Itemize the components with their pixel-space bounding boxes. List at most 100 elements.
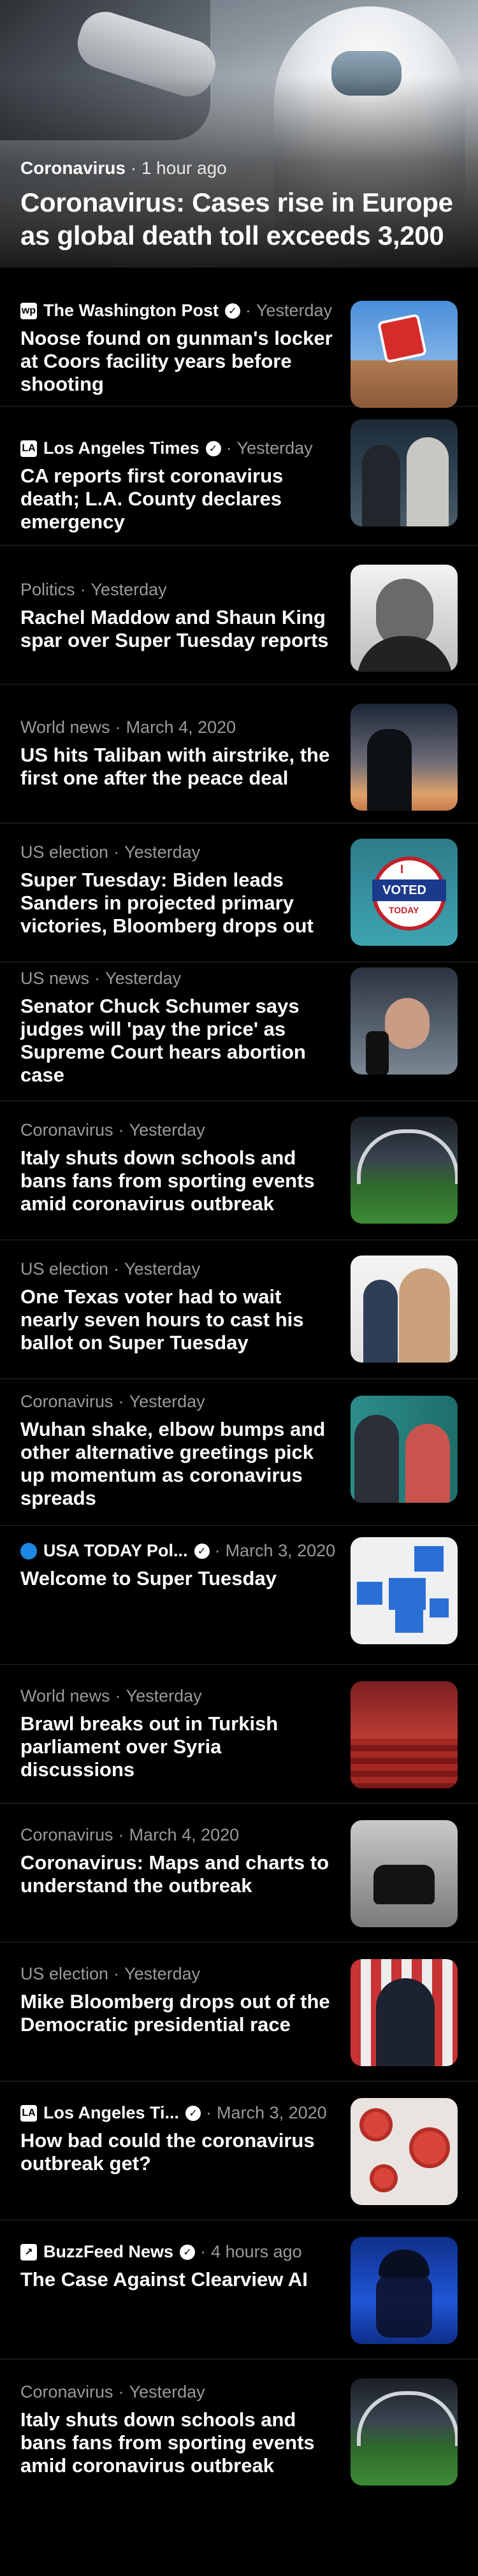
soldier-silhouette-shape [367, 729, 412, 811]
speaker-shape [385, 998, 430, 1049]
story-time: March 3, 2020 [217, 2103, 327, 2122]
verified-check-icon: ✓ [180, 2244, 196, 2260]
story-title: Welcome to Super Tuesday [20, 1567, 277, 1589]
meta-separator: · [113, 1259, 120, 1278]
story-text: Coronavirus · March 4, 2020 Coronavirus:… [20, 1804, 351, 1897]
story-thumbnail [351, 1537, 458, 1644]
story-text: LA Los Angeles Ti... ✓ · March 3, 2020 H… [20, 2081, 351, 2175]
story-category: Coronavirus [20, 2382, 113, 2401]
story-title: Senator Chuck Schumer says judges will '… [20, 995, 306, 1086]
story-thumbnail: I VOTED TODAY [351, 839, 458, 946]
usa-today-logo-icon [20, 1542, 37, 1559]
verified-check-icon: ✓ [205, 440, 221, 456]
story-meta: LA Los Angeles Times ✓ · Yesterday [20, 438, 335, 458]
police-cap-shape [379, 2250, 430, 2278]
story-text: ↗ BuzzFeed News ✓ · 4 hours ago The Case… [20, 2220, 351, 2291]
map-state-shape [395, 1607, 424, 1633]
story-title: The Case Against Clearview AI [20, 2268, 308, 2290]
verified-check-icon: ✓ [194, 1543, 210, 1559]
meta-separator: · [115, 1686, 121, 1705]
person-shape [407, 437, 449, 526]
story-meta: wp The Washington Post ✓ · Yesterday [20, 301, 335, 321]
story-item[interactable]: LA Los Angeles Times ✓ · Yesterday CA re… [0, 407, 478, 546]
story-meta: ↗ BuzzFeed News ✓ · 4 hours ago [20, 2242, 335, 2262]
story-title: Wuhan shake, elbow bumps and other alter… [20, 1418, 326, 1509]
hero-separator: · [130, 158, 137, 178]
story-meta: Politics · Yesterday [20, 580, 335, 600]
story-category: Coronavirus [20, 1392, 113, 1411]
stadium-roof-shape [357, 1129, 458, 1184]
story-thumbnail [351, 1396, 458, 1503]
story-title: Mike Bloomberg drops out of the Democrat… [20, 1990, 330, 2036]
story-item[interactable]: Coronavirus · Yesterday Italy shuts down… [0, 1101, 478, 1240]
story-meta: US election · Yesterday [20, 843, 335, 862]
story-thumbnail [351, 1959, 458, 2066]
meta-separator: · [200, 2242, 206, 2261]
story-item[interactable]: ↗ BuzzFeed News ✓ · 4 hours ago The Case… [0, 2220, 478, 2359]
story-item[interactable]: Politics · Yesterday Rachel Maddow and S… [0, 546, 478, 684]
story-item[interactable]: wp The Washington Post ✓ · Yesterday Noo… [0, 268, 478, 408]
parliament-seats-shape [351, 1739, 458, 1788]
story-item[interactable]: World news · March 4, 2020 US hits Talib… [0, 684, 478, 823]
map-state-shape [357, 1582, 383, 1605]
story-item[interactable]: Coronavirus · March 4, 2020 Coronavirus:… [0, 1804, 478, 1943]
meta-separator: · [118, 1392, 124, 1411]
story-item[interactable]: US news · Yesterday Senator Chuck Schume… [0, 962, 478, 1101]
story-time: Yesterday [124, 843, 201, 862]
story-source: BuzzFeed News [43, 2242, 174, 2261]
verified-check-icon: ✓ [224, 303, 240, 319]
story-title: How bad could the coronavirus outbreak g… [20, 2129, 315, 2174]
story-thumbnail [351, 2378, 458, 2486]
story-thumbnail [351, 1820, 458, 1927]
story-item[interactable]: LA Los Angeles Ti... ✓ · March 3, 2020 H… [0, 2081, 478, 2220]
story-title: Italy shuts down schools and bans fans f… [20, 2408, 315, 2477]
story-meta: World news · Yesterday [20, 1686, 335, 1706]
microphone-shape [366, 1031, 389, 1075]
story-title: Coronavirus: Maps and charts to understa… [20, 1851, 330, 1897]
story-meta: Coronavirus · Yesterday [20, 2382, 335, 2402]
story-time: March 3, 2020 [225, 1541, 336, 1560]
story-meta: US election · Yesterday [20, 1964, 335, 1984]
story-item[interactable]: Coronavirus · Yesterday Wuhan shake, elb… [0, 1379, 478, 1526]
meta-separator: · [118, 2382, 124, 2401]
story-item[interactable]: US election · Yesterday Mike Bloomberg d… [0, 1943, 478, 2081]
story-item[interactable]: USA TODAY Pol... ✓ · March 3, 2020 Welco… [0, 1526, 478, 1665]
story-meta: US election · Yesterday [20, 1259, 335, 1279]
story-thumbnail [351, 419, 458, 526]
meta-separator: · [94, 969, 101, 988]
story-category: Coronavirus [20, 1825, 113, 1844]
virus-particle-shape [359, 2108, 393, 2141]
meta-separator: · [80, 580, 86, 599]
story-text: World news · Yesterday Brawl breaks out … [20, 1665, 351, 1781]
person-shape [363, 1280, 398, 1363]
sticker-today-text: TODAY [389, 905, 419, 915]
meta-separator: · [115, 718, 121, 737]
story-time: Yesterday [236, 438, 313, 458]
story-text: USA TODAY Pol... ✓ · March 3, 2020 Welco… [20, 1526, 351, 1590]
story-source: The Washington Post [43, 301, 219, 320]
story-item[interactable]: US election · Yesterday Super Tuesday: B… [0, 823, 478, 962]
story-text: LA Los Angeles Times ✓ · Yesterday CA re… [20, 407, 351, 533]
story-title: One Texas voter had to wait nearly seven… [20, 1285, 304, 1354]
person-shape [362, 445, 400, 526]
story-meta: LA Los Angeles Ti... ✓ · March 3, 2020 [20, 2103, 335, 2123]
story-title: CA reports first coronavirus death; L.A.… [20, 465, 284, 533]
story-thumbnail [351, 565, 458, 672]
stadium-roof-shape [357, 2391, 458, 2446]
story-source: USA TODAY Pol... [43, 1541, 188, 1560]
story-text: Coronavirus · Yesterday Italy shuts down… [20, 2359, 351, 2477]
story-item[interactable]: Coronavirus · Yesterday Italy shuts down… [0, 2359, 478, 2508]
verified-check-icon: ✓ [185, 2105, 201, 2121]
story-category: World news [20, 1686, 110, 1705]
hero-story[interactable]: Coronavirus · 1 hour ago Coronavirus: Ca… [0, 0, 478, 268]
buzzfeed-logo-icon: ↗ [20, 2243, 37, 2261]
virus-particle-shape [370, 2164, 398, 2192]
story-item[interactable]: US election · Yesterday One Texas voter … [0, 1240, 478, 1379]
story-meta: Coronavirus · March 4, 2020 [20, 1825, 335, 1845]
story-time: Yesterday [105, 969, 182, 988]
story-meta: Coronavirus · Yesterday [20, 1120, 335, 1140]
sticker-voted-text: VOTED [382, 883, 426, 897]
story-text: US news · Yesterday Senator Chuck Schume… [20, 962, 351, 1087]
story-text: US election · Yesterday Mike Bloomberg d… [20, 1943, 351, 2036]
story-item[interactable]: World news · Yesterday Brawl breaks out … [0, 1665, 478, 1804]
